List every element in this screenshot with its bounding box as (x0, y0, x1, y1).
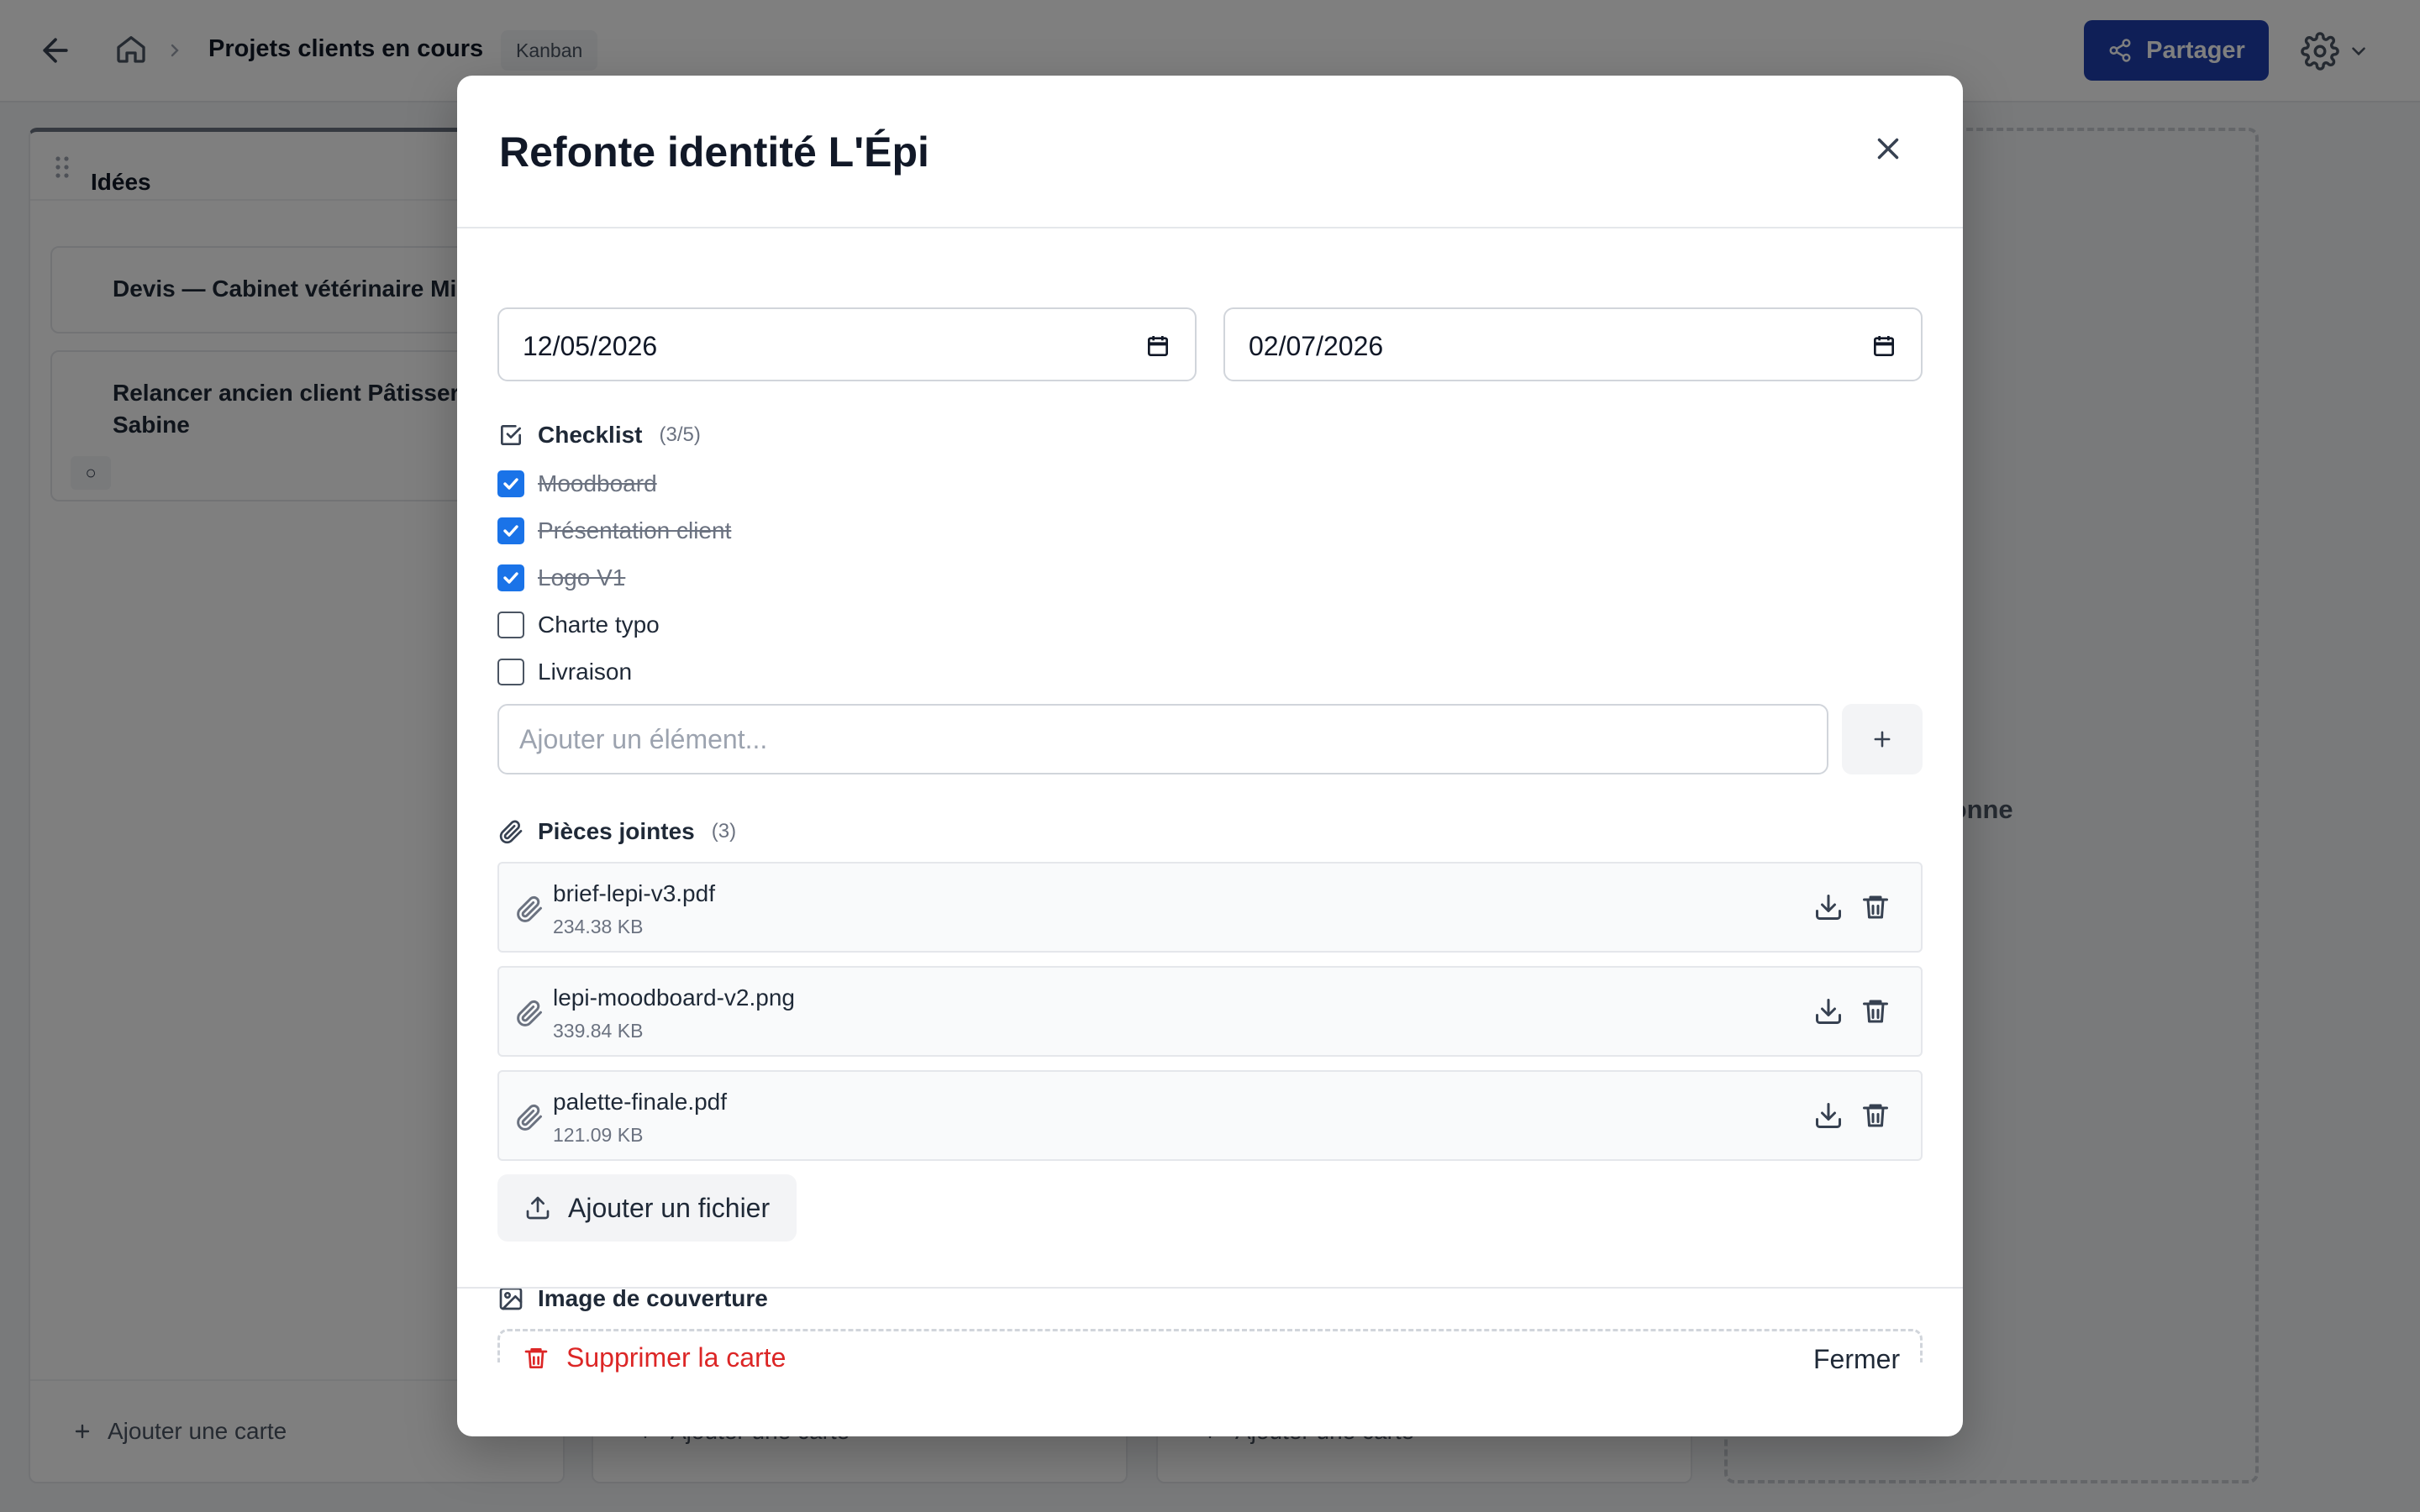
paperclip-icon (514, 998, 544, 1028)
checklist-item[interactable]: Moodboard (497, 470, 657, 497)
attachment-item[interactable]: palette-finale.pdf 121.09 KB (497, 1070, 1923, 1161)
modal-title: Refonte identité L'Épi (499, 129, 929, 176)
checklist-item-label: Présentation client (538, 517, 732, 543)
checkbox-unchecked[interactable] (497, 659, 524, 685)
modal-footer: Supprimer la carte Fermer (457, 1287, 1963, 1436)
checklist-item-label: Logo V1 (538, 564, 626, 591)
calendar-icon[interactable] (1870, 333, 1897, 360)
attachments-header: Pièces jointes (3) (497, 818, 736, 845)
checkbox-square-icon (497, 422, 524, 449)
start-date-value: 12/05/2026 (523, 331, 658, 361)
checklist-item-label: Charte typo (538, 612, 660, 638)
checkbox-unchecked[interactable] (497, 612, 524, 638)
due-date-value: 02/07/2026 (1249, 331, 1384, 361)
attachment-item[interactable]: brief-lepi-v3.pdf 234.38 KB (497, 862, 1923, 953)
trash-icon (523, 1345, 550, 1372)
checklist-item[interactable]: Présentation client (497, 517, 731, 544)
attachment-size: 121.09 KB (553, 1124, 644, 1146)
checklist-label: Checklist (538, 422, 643, 448)
paperclip-icon (514, 1102, 544, 1132)
attachments-count: (3) (711, 820, 737, 843)
download-icon[interactable] (1813, 892, 1844, 922)
attachments-label: Pièces jointes (538, 818, 695, 844)
checkbox-checked[interactable] (497, 517, 524, 544)
add-checklist-item-button[interactable] (1842, 704, 1923, 774)
checkbox-checked[interactable] (497, 564, 524, 591)
upload-icon (524, 1194, 551, 1221)
trash-icon[interactable] (1860, 1100, 1891, 1131)
trash-icon[interactable] (1860, 892, 1891, 922)
attachment-item[interactable]: lepi-moodboard-v2.png 339.84 KB (497, 966, 1923, 1057)
delete-card-label: Supprimer la carte (566, 1342, 786, 1373)
attachment-size: 339.84 KB (553, 1020, 644, 1042)
checklist-item[interactable]: Livraison (497, 659, 632, 685)
paperclip-icon (497, 818, 524, 845)
checkbox-checked[interactable] (497, 470, 524, 497)
attachment-name: palette-finale.pdf (553, 1089, 728, 1115)
calendar-icon[interactable] (1144, 333, 1171, 360)
checklist-item-label: Moodboard (538, 470, 657, 496)
add-checklist-item-input[interactable] (497, 704, 1828, 774)
modal-body[interactable]: 12/05/2026 02/07/2026 Checklist (3/5) Mo… (457, 230, 1963, 1362)
attachment-name: lepi-moodboard-v2.png (553, 984, 795, 1011)
plus-icon (1870, 727, 1894, 751)
add-file-button[interactable]: Ajouter un fichier (497, 1174, 797, 1242)
close-icon[interactable] (1870, 131, 1906, 166)
paperclip-icon (514, 894, 544, 924)
add-file-label: Ajouter un fichier (568, 1192, 771, 1223)
checklist-item[interactable]: Charte typo (497, 612, 660, 638)
checklist-count: (3/5) (659, 423, 701, 446)
download-icon[interactable] (1813, 1100, 1844, 1131)
modal-header: Refonte identité L'Épi (457, 76, 1963, 228)
trash-icon[interactable] (1860, 996, 1891, 1026)
due-date-field[interactable]: 02/07/2026 (1223, 307, 1923, 381)
card-detail-modal: Refonte identité L'Épi 12/05/2026 02/07/… (457, 76, 1963, 1436)
download-icon[interactable] (1813, 996, 1844, 1026)
checklist-header: Checklist (3/5) (497, 422, 701, 449)
delete-card-button[interactable]: Supprimer la carte (523, 1342, 786, 1373)
close-button[interactable]: Fermer (1813, 1344, 1900, 1375)
attachment-name: brief-lepi-v3.pdf (553, 880, 715, 906)
checklist-item[interactable]: Logo V1 (497, 564, 625, 591)
attachment-size: 234.38 KB (553, 916, 644, 937)
checklist-item-label: Livraison (538, 659, 633, 685)
start-date-field[interactable]: 12/05/2026 (497, 307, 1197, 381)
